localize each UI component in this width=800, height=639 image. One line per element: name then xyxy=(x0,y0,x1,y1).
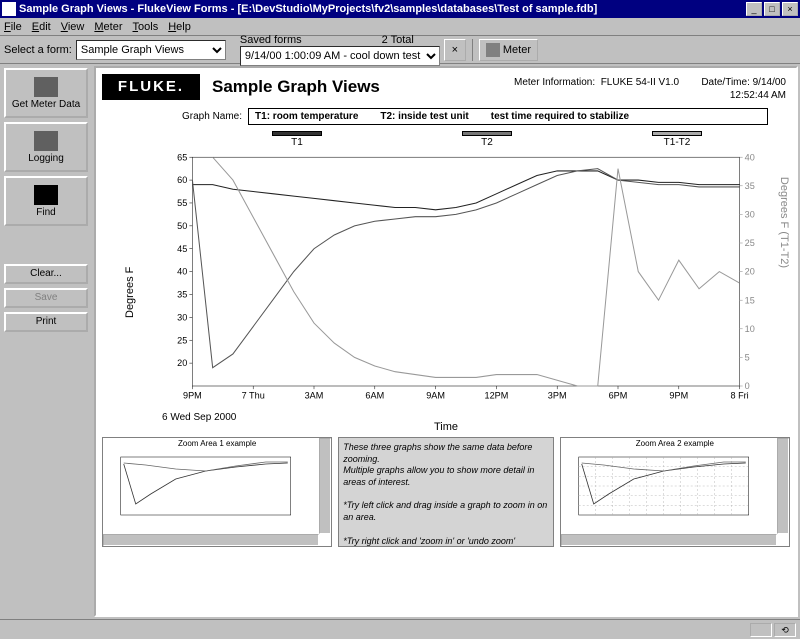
y-axis-label-right: Degrees F (T1-T2) xyxy=(778,177,790,268)
menu-help[interactable]: Help xyxy=(168,21,191,33)
svg-text:8 Fri: 8 Fri xyxy=(730,390,748,400)
svg-text:25: 25 xyxy=(177,335,187,345)
info-panel: These three graphs show the same data be… xyxy=(338,437,553,547)
close-form-button[interactable]: × xyxy=(444,39,466,61)
svg-text:25: 25 xyxy=(745,238,755,248)
svg-text:10: 10 xyxy=(745,324,755,334)
svg-text:65: 65 xyxy=(177,152,187,162)
svg-text:6AM: 6AM xyxy=(365,390,384,400)
svg-text:55: 55 xyxy=(177,198,187,208)
meter-button[interactable]: Meter xyxy=(479,39,538,61)
svg-text:9PM: 9PM xyxy=(669,390,688,400)
svg-text:9PM: 9PM xyxy=(183,390,202,400)
svg-text:35: 35 xyxy=(745,181,755,191)
fluke-logo: FLUKE. xyxy=(102,74,200,100)
svg-text:3AM: 3AM xyxy=(305,390,324,400)
saved-forms-label: Saved forms xyxy=(240,34,302,46)
logging-button[interactable]: Logging xyxy=(4,122,88,172)
maximize-button[interactable]: □ xyxy=(764,2,780,16)
meta-info: Meter Information: FLUKE 54-II V1.0 Date… xyxy=(514,76,786,102)
svg-text:12PM: 12PM xyxy=(484,390,508,400)
main-chart[interactable]: 2025303540455055606505101520253035409PM7… xyxy=(162,152,770,412)
menu-view[interactable]: View xyxy=(61,21,85,33)
svg-text:15: 15 xyxy=(745,295,755,305)
get-meter-data-button[interactable]: Get Meter Data xyxy=(4,68,88,118)
statusbar: ⟲ xyxy=(0,619,800,639)
status-icon-2: ⟲ xyxy=(774,623,796,637)
clear-button[interactable]: Clear... xyxy=(4,264,88,284)
form-combo[interactable]: Sample Graph Views xyxy=(76,40,226,60)
menu-file[interactable]: File xyxy=(4,21,22,33)
menu-meter[interactable]: Meter xyxy=(94,21,122,33)
scrollbar-horizontal[interactable] xyxy=(561,534,777,546)
minimize-button[interactable]: _ xyxy=(746,2,762,16)
page-title: Sample Graph Views xyxy=(212,77,380,97)
scrollbar-vertical[interactable] xyxy=(319,438,331,534)
svg-text:6PM: 6PM xyxy=(609,390,628,400)
svg-text:35: 35 xyxy=(177,289,187,299)
y-axis-label-left: Degrees F xyxy=(124,267,136,318)
svg-text:30: 30 xyxy=(745,209,755,219)
svg-text:3PM: 3PM xyxy=(548,390,567,400)
svg-text:40: 40 xyxy=(745,152,755,162)
graph-name-box: T1: room temperature T2: inside test uni… xyxy=(248,108,768,125)
menu-tools[interactable]: Tools xyxy=(133,21,159,33)
scrollbar-horizontal[interactable] xyxy=(103,534,319,546)
graph-name-label: Graph Name: xyxy=(182,111,242,122)
chart-legend: T1 T2 T1-T2 xyxy=(272,131,790,148)
svg-text:9AM: 9AM xyxy=(426,390,445,400)
save-button: Save xyxy=(4,288,88,308)
zoom-area-2-panel[interactable]: Zoom Area 2 example xyxy=(560,437,790,547)
select-form-label: Select a form: xyxy=(4,44,72,56)
toolbar: Select a form: Sample Graph Views Saved … xyxy=(0,36,800,64)
sidebar: Get Meter Data Logging Find Clear... Sav… xyxy=(0,64,92,619)
meter-icon xyxy=(486,43,500,57)
content-pane: FLUKE. Sample Graph Views Meter Informat… xyxy=(94,66,798,617)
svg-text:30: 30 xyxy=(177,312,187,322)
find-button[interactable]: Find xyxy=(4,176,88,226)
saved-combo[interactable]: 9/14/00 1:00:09 AM - cool down test [Flu… xyxy=(240,46,440,66)
window-title: Sample Graph Views - FlukeView Forms - [… xyxy=(19,3,744,15)
svg-text:20: 20 xyxy=(177,358,187,368)
svg-text:60: 60 xyxy=(177,175,187,185)
svg-text:5: 5 xyxy=(745,352,750,362)
binoculars-icon xyxy=(34,185,58,205)
svg-text:45: 45 xyxy=(177,244,187,254)
meter-download-icon xyxy=(34,77,58,97)
svg-text:20: 20 xyxy=(745,267,755,277)
close-button[interactable]: × xyxy=(782,2,798,16)
logging-icon xyxy=(34,131,58,151)
print-button[interactable]: Print xyxy=(4,312,88,332)
window-titlebar: Sample Graph Views - FlukeView Forms - [… xyxy=(0,0,800,18)
menu-edit[interactable]: Edit xyxy=(32,21,51,33)
total-label: 2 Total xyxy=(382,34,414,46)
svg-text:40: 40 xyxy=(177,267,187,277)
scrollbar-vertical[interactable] xyxy=(777,438,789,534)
app-icon xyxy=(2,2,16,16)
status-icon-1 xyxy=(750,623,772,637)
svg-text:50: 50 xyxy=(177,221,187,231)
zoom-area-1-panel[interactable]: Zoom Area 1 example xyxy=(102,437,332,547)
svg-text:7 Thu: 7 Thu xyxy=(242,390,265,400)
